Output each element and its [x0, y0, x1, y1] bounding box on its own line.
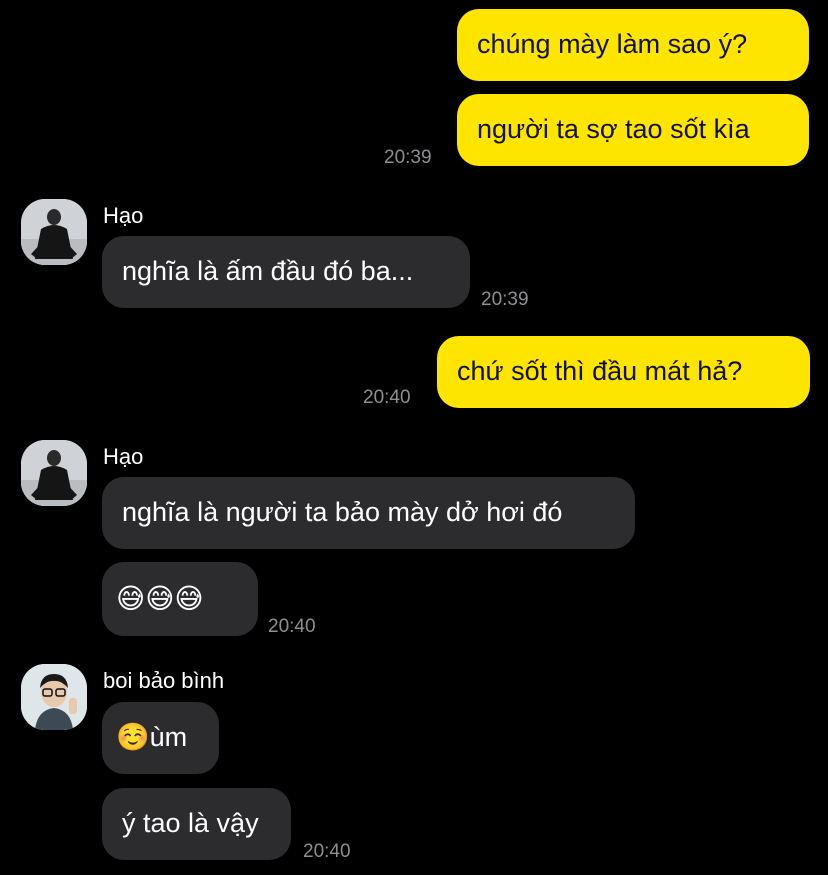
sender-name: Hạo [103, 203, 144, 228]
message-text: chứ sốt thì đầu mát hả? [457, 356, 743, 387]
message-text: ý tao là vậy [122, 808, 259, 839]
message-timestamp: 20:39 [481, 289, 529, 310]
message-timestamp: 20:39 [384, 147, 432, 168]
incoming-message-bubble[interactable]: nghĩa là người ta bảo mày dở hơi đó [102, 477, 635, 549]
outgoing-message-bubble[interactable]: người ta sợ tao sốt kìa [457, 94, 809, 166]
avatar-photo-icon [21, 199, 87, 265]
outgoing-message-bubble[interactable]: chứ sốt thì đầu mát hả? [437, 336, 810, 408]
message-text: nghĩa là ấm đầu đó ba... [122, 256, 414, 287]
message-text: nghĩa là người ta bảo mày dở hơi đó [122, 497, 563, 528]
incoming-message-bubble[interactable]: ý tao là vậy [102, 788, 291, 860]
message-text: chúng mày làm sao ý? [477, 29, 748, 60]
incoming-message-bubble[interactable]: ☺️ùm [102, 702, 219, 774]
avatar-photo-icon [21, 664, 87, 730]
message-timestamp: 20:40 [363, 387, 411, 408]
outgoing-message-bubble[interactable]: chúng mày làm sao ý? [457, 9, 809, 81]
emoji-message: 😅😅😅 [116, 582, 204, 614]
message-text: người ta sợ tao sốt kìa [477, 114, 750, 145]
avatar[interactable] [21, 199, 87, 265]
avatar[interactable] [21, 440, 87, 506]
sender-name: Hạo [103, 444, 144, 469]
message-timestamp: 20:40 [268, 616, 316, 637]
incoming-message-bubble[interactable]: nghĩa là ấm đầu đó ba... [102, 236, 470, 308]
avatar[interactable] [21, 664, 87, 730]
message-text: ☺️ùm [116, 722, 188, 753]
incoming-message-bubble[interactable]: 😅😅😅 [102, 562, 258, 636]
message-timestamp: 20:40 [303, 841, 351, 862]
avatar-photo-icon [21, 440, 87, 506]
sender-name: boi bảo bình [103, 668, 225, 693]
